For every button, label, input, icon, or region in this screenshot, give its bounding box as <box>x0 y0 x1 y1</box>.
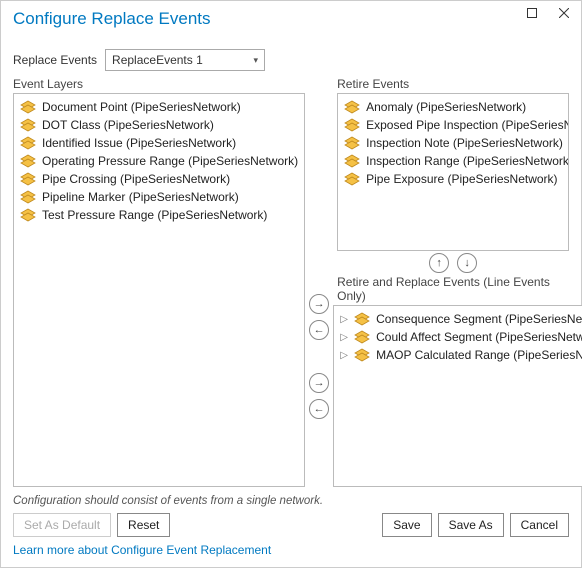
list-item-label: Pipe Crossing (PipeSeriesNetwork) <box>42 172 230 186</box>
list-item-label: Anomaly (PipeSeriesNetwork) <box>366 100 526 114</box>
save-as-button[interactable]: Save As <box>438 513 504 537</box>
list-item-label: Inspection Note (PipeSeriesNetwork) <box>366 136 563 150</box>
list-item-label: Document Point (PipeSeriesNetwork) <box>42 100 241 114</box>
list-item[interactable]: Operating Pressure Range (PipeSeriesNetw… <box>16 152 302 170</box>
layer-icon <box>354 330 370 344</box>
replace-events-dropdown[interactable]: ReplaceEvents 1 ▾ <box>105 49 265 71</box>
list-item-label: Could Affect Segment (PipeSeriesNetwork) <box>376 330 582 344</box>
close-button[interactable] <box>553 4 575 22</box>
layer-icon <box>344 136 360 150</box>
retire-replace-list[interactable]: ▷ Consequence Segment (PipeSeriesNetwork)… <box>333 305 582 487</box>
list-item-label: Pipeline Marker (PipeSeriesNetwork) <box>42 190 239 204</box>
list-item-label: DOT Class (PipeSeriesNetwork) <box>42 118 214 132</box>
list-item[interactable]: Pipe Exposure (PipeSeriesNetwork) <box>340 170 566 188</box>
list-item[interactable]: Document Point (PipeSeriesNetwork) <box>16 98 302 116</box>
cancel-button[interactable]: Cancel <box>510 513 569 537</box>
learn-more-link[interactable]: Learn more about Configure Event Replace… <box>1 541 581 567</box>
list-item[interactable]: DOT Class (PipeSeriesNetwork) <box>16 116 302 134</box>
list-item[interactable]: Inspection Note (PipeSeriesNetwork) <box>340 134 566 152</box>
move-left-button-2[interactable]: ← <box>309 399 329 419</box>
layer-icon <box>344 100 360 114</box>
list-item-label: Inspection Range (PipeSeriesNetwork) <box>366 154 569 168</box>
save-button[interactable]: Save <box>382 513 431 537</box>
list-item[interactable]: ▷ Could Affect Segment (PipeSeriesNetwork… <box>336 328 582 346</box>
config-hint: Configuration should consist of events f… <box>1 491 581 513</box>
reset-button[interactable]: Reset <box>117 513 170 537</box>
arrow-up-icon: ↑ <box>436 257 442 269</box>
layer-icon <box>354 348 370 362</box>
list-item[interactable]: Pipe Crossing (PipeSeriesNetwork) <box>16 170 302 188</box>
arrow-down-icon: ↓ <box>464 257 470 269</box>
list-item-label: Operating Pressure Range (PipeSeriesNetw… <box>42 154 298 168</box>
list-item-label: Consequence Segment (PipeSeriesNetwork) <box>376 312 582 326</box>
layer-icon <box>20 100 36 114</box>
move-up-button[interactable]: ↑ <box>429 253 449 273</box>
list-item-label: Identified Issue (PipeSeriesNetwork) <box>42 136 236 150</box>
arrow-left-icon: ← <box>314 403 325 415</box>
list-item-label: Test Pressure Range (PipeSeriesNetwork) <box>42 208 267 222</box>
layer-icon <box>20 118 36 132</box>
event-layers-list[interactable]: Document Point (PipeSeriesNetwork) DOT Cl… <box>13 93 305 487</box>
expand-icon[interactable]: ▷ <box>340 350 348 361</box>
list-item-label: Pipe Exposure (PipeSeriesNetwork) <box>366 172 557 186</box>
chevron-down-icon: ▾ <box>254 55 259 66</box>
dialog-title: Configure Replace Events <box>13 9 211 29</box>
arrow-right-icon: → <box>314 377 325 389</box>
list-item[interactable]: Anomaly (PipeSeriesNetwork) <box>340 98 566 116</box>
layer-icon <box>20 208 36 222</box>
expand-icon[interactable]: ▷ <box>340 314 348 325</box>
move-right-button-2[interactable]: → <box>309 373 329 393</box>
dialog-window: Configure Replace Events Replace Events … <box>0 0 582 568</box>
list-item[interactable]: Identified Issue (PipeSeriesNetwork) <box>16 134 302 152</box>
layer-icon <box>20 172 36 186</box>
retire-events-list[interactable]: Anomaly (PipeSeriesNetwork) Exposed Pipe … <box>337 93 569 251</box>
retire-replace-label: Retire and Replace Events (Line Events O… <box>337 275 569 303</box>
list-item[interactable]: ▷ MAOP Calculated Range (PipeSeriesNetwor… <box>336 346 582 364</box>
list-item[interactable]: Inspection Range (PipeSeriesNetwork) <box>340 152 566 170</box>
layer-icon <box>354 312 370 326</box>
list-item-label: Exposed Pipe Inspection (PipeSeriesNetwo… <box>366 118 569 132</box>
list-item[interactable]: Test Pressure Range (PipeSeriesNetwork) <box>16 206 302 224</box>
layer-icon <box>344 154 360 168</box>
replace-events-selected: ReplaceEvents 1 <box>112 53 203 67</box>
list-item[interactable]: Pipeline Marker (PipeSeriesNetwork) <box>16 188 302 206</box>
layer-icon <box>344 118 360 132</box>
layer-icon <box>20 136 36 150</box>
event-layers-label: Event Layers <box>13 77 305 91</box>
maximize-button[interactable] <box>521 4 543 22</box>
replace-events-row: Replace Events ReplaceEvents 1 ▾ <box>1 39 581 77</box>
retire-events-label: Retire Events <box>337 77 569 91</box>
list-item[interactable]: Exposed Pipe Inspection (PipeSeriesNetwo… <box>340 116 566 134</box>
set-default-button[interactable]: Set As Default <box>13 513 111 537</box>
expand-icon[interactable]: ▷ <box>340 332 348 343</box>
list-item[interactable]: ▷ Consequence Segment (PipeSeriesNetwork) <box>336 310 582 328</box>
replace-events-label: Replace Events <box>13 53 97 67</box>
move-down-button[interactable]: ↓ <box>457 253 477 273</box>
layer-icon <box>344 172 360 186</box>
layer-icon <box>20 154 36 168</box>
layer-icon <box>20 190 36 204</box>
list-item-label: MAOP Calculated Range (PipeSeriesNetwork… <box>376 348 582 362</box>
